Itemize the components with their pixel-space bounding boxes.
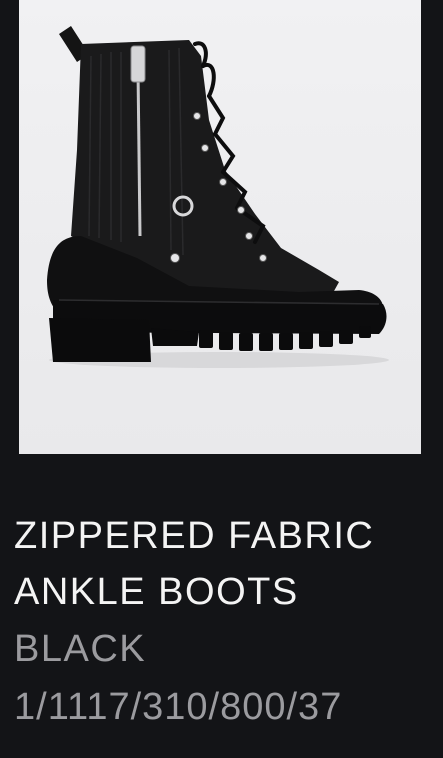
product-name-line-1: ZIPPERED FABRIC: [14, 515, 375, 557]
boot-illustration: [47, 26, 389, 368]
product-color: BLACK: [14, 628, 147, 670]
product-reference: 1/1117/310/800/37: [14, 686, 343, 728]
product-name-line-2: ANKLE BOOTS: [14, 571, 299, 613]
product-detail-page: ZIPPERED FABRIC ANKLE BOOTS BLACK 1/1117…: [0, 0, 443, 758]
zipper-pull: [130, 45, 146, 83]
product-image[interactable]: [19, 0, 421, 454]
boot-heel: [49, 318, 151, 362]
zipper-track: [136, 69, 142, 237]
product-info: ZIPPERED FABRIC ANKLE BOOTS BLACK 1/1117…: [14, 508, 434, 736]
